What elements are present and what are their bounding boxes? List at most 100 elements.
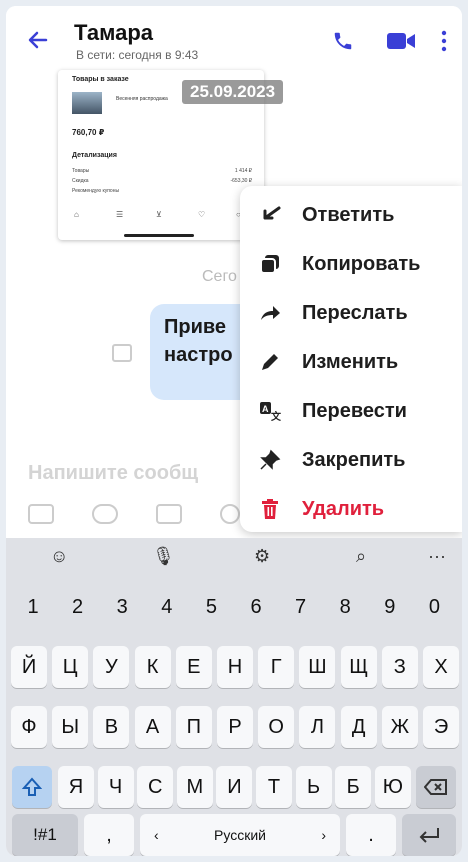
more-vertical-icon[interactable]	[440, 30, 448, 52]
key-number-7[interactable]: 8	[326, 586, 364, 628]
key-row2-5[interactable]: Р	[217, 706, 253, 748]
attach-icon[interactable]	[28, 504, 54, 524]
card-price: 760,70 ₽	[72, 128, 105, 137]
key-number-0[interactable]: 1	[14, 586, 52, 628]
key-row2-7[interactable]: Л	[299, 706, 336, 748]
key-row3-7[interactable]: Б	[335, 766, 372, 808]
key-row3-4[interactable]: И	[216, 766, 253, 808]
key-row2-0[interactable]: Ф	[11, 706, 47, 748]
key-row2-1[interactable]: Ы	[52, 706, 89, 748]
date-separator: Сего	[202, 268, 237, 285]
comma-key[interactable]: ,	[84, 814, 134, 856]
menu-item-copy[interactable]: Копировать	[240, 240, 462, 289]
key-number-6[interactable]: 7	[282, 586, 320, 628]
card-details-heading: Детализация	[72, 152, 117, 159]
key-number-1[interactable]: 2	[59, 586, 97, 628]
message-context-menu: Ответить Копировать Переслать Изменить A…	[240, 186, 462, 532]
key-row3-5[interactable]: Т	[256, 766, 292, 808]
card-row: Скидка -653,30 ₽	[72, 178, 252, 184]
backspace-key[interactable]	[416, 766, 456, 808]
shift-key[interactable]	[12, 766, 52, 808]
key-row3-3[interactable]: М	[176, 766, 213, 808]
key-row1-2[interactable]: У	[93, 646, 130, 688]
key-number-8[interactable]: 9	[371, 586, 409, 628]
menu-item-translate[interactable]: A文 Перевести	[240, 387, 462, 436]
letter-row-3: ЯЧСМИТЬБЮ	[6, 762, 462, 812]
key-number-9[interactable]: 0	[415, 586, 453, 628]
more-horizontal-icon[interactable]: ···	[428, 546, 446, 567]
key-row3-1[interactable]: Ч	[97, 766, 134, 808]
home-icon: ⌂	[74, 210, 79, 219]
phone-icon[interactable]	[332, 30, 354, 52]
trash-icon	[258, 497, 282, 521]
key-row1-0[interactable]: Й	[11, 646, 47, 688]
space-label: Русский	[214, 827, 266, 843]
period-key[interactable]: .	[346, 814, 396, 856]
bottom-row: !#1 , ‹ Русский › .	[6, 810, 462, 856]
key-row3-2[interactable]: С	[137, 766, 174, 808]
key-row1-1[interactable]: Ц	[52, 646, 89, 688]
key-row1-10[interactable]: Х	[423, 646, 459, 688]
symbols-key[interactable]: !#1	[12, 814, 78, 856]
card-row: Товары 1 414 ₽	[72, 168, 252, 174]
space-key[interactable]: ‹ Русский ›	[140, 814, 340, 856]
card-item: Весенняя распродажа	[116, 96, 168, 102]
key-row3-0[interactable]: Я	[58, 766, 94, 808]
back-arrow-icon[interactable]	[26, 28, 50, 52]
key-row1-9[interactable]: З	[381, 646, 418, 688]
cursor-right-icon: ›	[321, 827, 326, 843]
contact-status: В сети: сегодня в 9:43	[76, 48, 199, 62]
key-number-4[interactable]: 5	[192, 586, 230, 628]
voice-icon[interactable]	[220, 504, 240, 524]
letter-row-2: ФЫВАПРОЛДЖЭ	[6, 702, 462, 752]
key-row3-6[interactable]: Ь	[295, 766, 332, 808]
microphone-icon[interactable]: 🎙	[152, 546, 175, 567]
card-row: Рекомендую купоны-	[72, 188, 252, 194]
message-input[interactable]: Напишите сообщ	[28, 462, 198, 485]
contact-name[interactable]: Тамара	[74, 20, 153, 46]
settings-gear-icon[interactable]: ⚙	[254, 546, 270, 567]
menu-item-pin[interactable]: Закрепить	[240, 436, 462, 485]
key-row2-9[interactable]: Ж	[381, 706, 418, 748]
forward-icon	[258, 301, 282, 325]
emoji-icon[interactable]: ☺	[50, 546, 68, 567]
key-row1-7[interactable]: Ш	[299, 646, 336, 688]
menu-item-reply[interactable]: Ответить	[240, 191, 462, 240]
message-line: настро	[164, 344, 233, 366]
key-row2-6[interactable]: О	[258, 706, 295, 748]
catalog-icon: ☰	[116, 210, 124, 219]
key-row1-6[interactable]: Г	[258, 646, 295, 688]
key-row2-2[interactable]: В	[93, 706, 130, 748]
cart-icon: ⊻	[156, 210, 162, 219]
reply-icon	[258, 203, 282, 227]
sticker-icon[interactable]	[92, 504, 118, 524]
cursor-left-icon: ‹	[154, 827, 159, 843]
select-checkbox-icon[interactable]	[112, 344, 132, 362]
chat-header: Тамара В сети: сегодня в 9:43	[6, 6, 462, 68]
search-icon[interactable]: ⌕	[356, 546, 366, 567]
key-number-2[interactable]: 3	[103, 586, 141, 628]
svg-text:文: 文	[271, 410, 281, 421]
heart-icon: ♡	[198, 210, 206, 219]
key-row2-3[interactable]: А	[134, 706, 171, 748]
menu-item-edit[interactable]: Изменить	[240, 338, 462, 387]
key-row2-8[interactable]: Д	[340, 706, 377, 748]
camera-icon[interactable]	[156, 504, 182, 524]
video-camera-icon[interactable]	[386, 30, 416, 52]
pencil-icon	[258, 350, 282, 374]
menu-item-delete[interactable]: Удалить	[240, 485, 462, 534]
key-row1-5[interactable]: Н	[217, 646, 253, 688]
key-number-3[interactable]: 4	[148, 586, 186, 628]
home-indicator	[124, 234, 194, 237]
key-row1-8[interactable]: Щ	[340, 646, 377, 688]
key-row2-4[interactable]: П	[175, 706, 212, 748]
key-row1-4[interactable]: Е	[175, 646, 212, 688]
key-number-5[interactable]: 6	[237, 586, 275, 628]
keyboard: ☺ 🎙 ⚙ ⌕ ··· 1234567890 ЙЦУКЕНГШЩЗХ ФЫВАП…	[6, 538, 462, 856]
enter-key[interactable]	[402, 814, 456, 856]
key-row2-10[interactable]: Э	[423, 706, 459, 748]
menu-item-forward[interactable]: Переслать	[240, 289, 462, 338]
key-row3-8[interactable]: Ю	[374, 766, 411, 808]
translate-icon: A文	[258, 399, 282, 423]
key-row1-3[interactable]: К	[134, 646, 171, 688]
